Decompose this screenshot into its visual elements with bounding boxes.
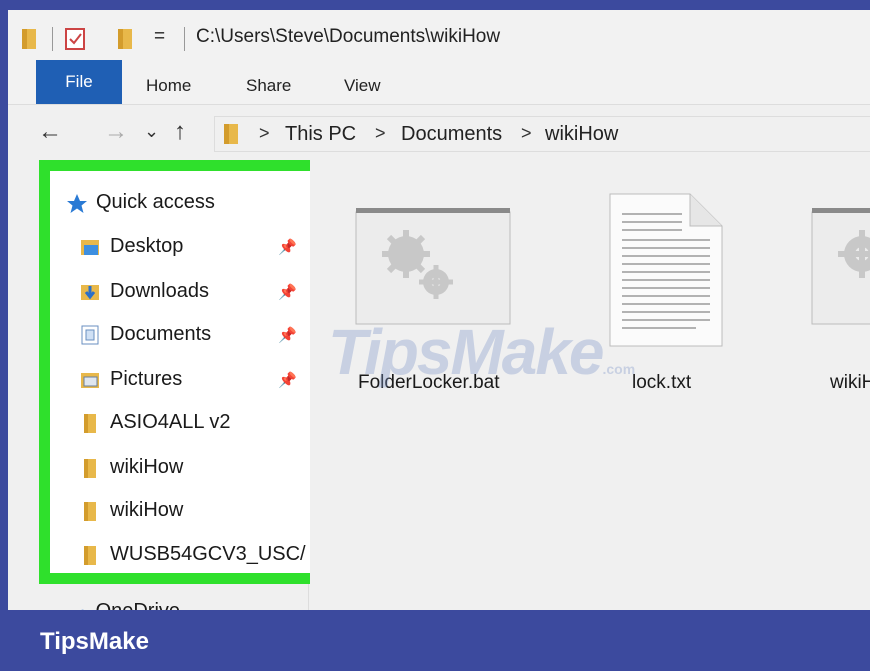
file-item[interactable] [810, 206, 870, 326]
sidebar-item-label: ASIO4ALL v2 [110, 411, 231, 433]
file-name-label[interactable]: wikiH [830, 372, 870, 394]
breadcrumb-separator-icon: > [521, 123, 532, 143]
sidebar-item-label: Pictures [110, 368, 183, 390]
sidebar-item-desktop[interactable]: Desktop [80, 235, 183, 258]
sidebar-item-wikihow-2[interactable]: wikiHow [80, 499, 183, 522]
downloads-folder-icon [81, 285, 99, 300]
desktop-folder-icon [81, 240, 99, 255]
sidebar-item-label: Downloads [110, 280, 209, 302]
pin-icon[interactable]: 📌 [278, 283, 297, 301]
sidebar-item-label: Desktop [110, 235, 184, 257]
properties-icon[interactable] [64, 27, 88, 51]
folder-icon [224, 124, 238, 144]
window-title-path: C:\Users\Steve\Documents\wikiHow [196, 26, 501, 47]
file-item[interactable] [354, 206, 514, 326]
tipsmake-watermark: TipsMake.com [328, 316, 636, 388]
onedrive-cloud-icon: ☁ [70, 600, 90, 610]
batch-file-icon [355, 208, 511, 325]
file-name-label[interactable]: lock.txt [632, 372, 691, 394]
sidebar-item-label: wikiHow [110, 499, 184, 521]
new-folder-icon[interactable] [116, 27, 136, 51]
folder-icon [84, 546, 96, 565]
separator [184, 27, 185, 51]
sidebar-item-documents[interactable]: Documents [80, 323, 211, 346]
sidebar-item-wusb54gcv3[interactable]: WUSB54GCV3_USC/ [80, 543, 310, 566]
tab-view[interactable]: View [344, 68, 381, 104]
breadcrumb-this-pc[interactable]: This PC [285, 123, 356, 146]
sidebar-item-label: Quick access [96, 191, 215, 213]
back-arrow-icon[interactable]: ← [38, 118, 62, 146]
breadcrumb-separator-icon: > [259, 123, 270, 143]
breadcrumb-documents[interactable]: Documents [401, 123, 502, 146]
up-arrow-icon[interactable]: ↑ [174, 118, 186, 146]
pin-icon[interactable]: 📌 [278, 371, 297, 389]
forward-arrow-icon[interactable]: → [104, 118, 128, 146]
sidebar-item-onedrive[interactable]: ☁ OneDrive [70, 598, 180, 610]
folder-icon [84, 459, 96, 478]
tab-home[interactable]: Home [146, 68, 191, 104]
folder-icon [84, 502, 96, 521]
tab-share[interactable]: Share [246, 68, 291, 104]
navigation-bar: ← → ⌄ ↑ > This PC > Documents > wikiHow [8, 108, 870, 158]
sidebar-item-asio4all[interactable]: ASIO4ALL v2 [80, 411, 230, 434]
sidebar-item-pictures[interactable]: Pictures [80, 368, 182, 391]
breadcrumb-wikihow[interactable]: wikiHow [545, 123, 618, 146]
sidebar-item-quick-access[interactable]: Quick access [66, 191, 215, 214]
sidebar-item-wikihow[interactable]: wikiHow [80, 456, 183, 479]
folder-icon [22, 29, 36, 49]
sidebar-item-label: OneDrive [96, 600, 180, 610]
sidebar-item-label: Documents [110, 323, 212, 345]
batch-file-icon [811, 208, 870, 325]
pin-icon[interactable]: 📌 [278, 238, 297, 256]
pin-icon[interactable]: 📌 [278, 326, 297, 344]
sidebar-item-label: WUSB54GCV3_USC/ [110, 543, 306, 565]
pictures-folder-icon [81, 373, 99, 388]
breadcrumb-separator-icon: > [375, 123, 386, 143]
address-bar[interactable]: > This PC > Documents > wikiHow [214, 116, 870, 152]
file-explorer-window: = C:\Users\Steve\Documents\wikiHow File … [8, 10, 870, 610]
footer-banner: TipsMake [0, 610, 870, 671]
documents-folder-icon [81, 325, 99, 345]
tab-file[interactable]: File [36, 60, 122, 104]
sidebar-item-downloads[interactable]: Downloads [80, 280, 209, 303]
recent-locations-chevron-icon[interactable]: ⌄ [144, 121, 159, 142]
star-icon [67, 194, 87, 213]
sidebar-item-label: wikiHow [110, 456, 184, 478]
folder-icon [84, 414, 96, 433]
brand-logo-text: TipsMake [40, 628, 149, 655]
separator [52, 27, 53, 51]
ribbon-tabs: File Home Share View [8, 60, 870, 105]
quick-access-toolbar-dropdown-icon[interactable]: = [154, 26, 165, 48]
